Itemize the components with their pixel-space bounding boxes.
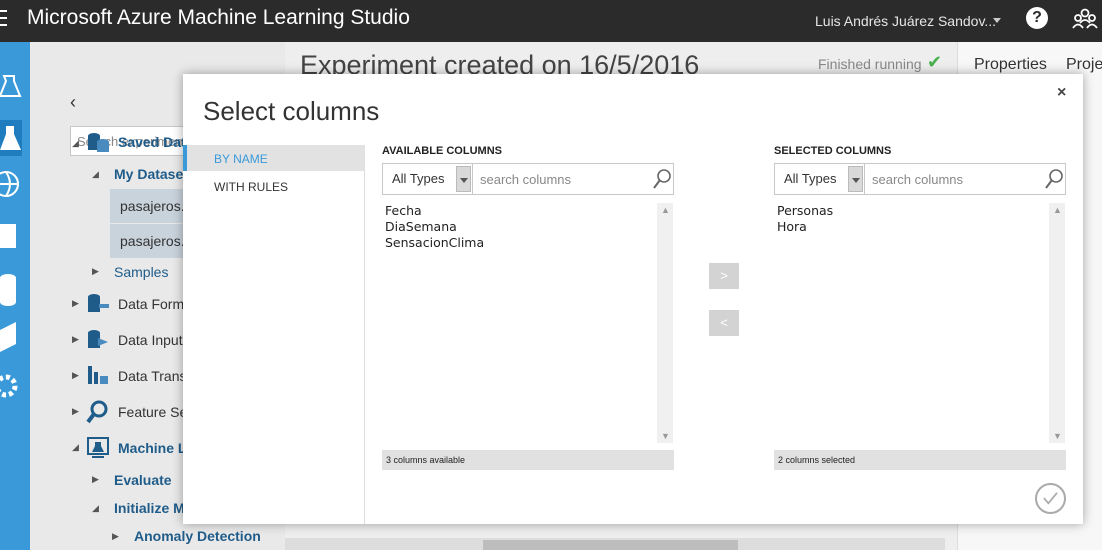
menu-icon[interactable] bbox=[0, 10, 8, 28]
top-bar: Microsoft Azure Machine Learning Studio … bbox=[0, 0, 1102, 42]
search-columns-input[interactable] bbox=[474, 164, 649, 194]
collapse-palette-icon[interactable]: ‹ bbox=[70, 92, 76, 113]
search-icon[interactable] bbox=[1045, 169, 1063, 189]
expanded-triangle-icon[interactable]: ◢ bbox=[72, 442, 79, 453]
canvas-horizontal-scrollbar[interactable] bbox=[285, 538, 945, 550]
data-input-icon bbox=[88, 330, 108, 348]
data-format-icon bbox=[88, 294, 109, 312]
community-icon[interactable] bbox=[1072, 6, 1098, 32]
available-filter-bar: All Types bbox=[382, 163, 674, 195]
user-name[interactable]: Luis Andrés Juárez Sandov... bbox=[815, 13, 996, 29]
collapsed-triangle-icon[interactable]: ▶ bbox=[72, 406, 79, 417]
scroll-up-icon[interactable]: ▲ bbox=[661, 205, 670, 215]
scroll-down-icon[interactable]: ▼ bbox=[661, 431, 670, 441]
expanded-triangle-icon[interactable]: ◢ bbox=[92, 169, 99, 180]
expanded-triangle-icon[interactable]: ◢ bbox=[92, 503, 99, 514]
dialog-title: Select columns bbox=[203, 96, 380, 126]
machine-learning-icon bbox=[87, 437, 109, 458]
feature-selection-icon bbox=[86, 400, 108, 424]
move-left-button[interactable]: < bbox=[709, 310, 739, 336]
collapsed-triangle-icon[interactable]: ▶ bbox=[92, 474, 99, 485]
column-item[interactable]: Hora bbox=[774, 219, 1066, 235]
selection-mode-nav: BY NAME WITH RULES bbox=[183, 145, 365, 524]
column-item[interactable]: Personas bbox=[774, 203, 1066, 219]
collapsed-triangle-icon[interactable]: ▶ bbox=[72, 334, 79, 345]
tab-with-rules[interactable]: WITH RULES bbox=[183, 173, 365, 199]
available-columns-panel: AVAILABLE COLUMNS All Types Fecha DiaSem… bbox=[382, 145, 674, 470]
selected-filter-bar: All Types bbox=[774, 163, 1066, 195]
tab-properties[interactable]: Properties bbox=[974, 56, 1047, 74]
column-item[interactable]: SensacionClima bbox=[382, 235, 674, 251]
selected-columns-panel: SELECTED COLUMNS All Types Personas Hora… bbox=[774, 145, 1066, 470]
check-icon: ✔ bbox=[927, 52, 943, 72]
run-status: Finished running bbox=[818, 56, 922, 72]
selected-columns-list[interactable]: Personas Hora ▲ ▼ bbox=[774, 203, 1066, 443]
available-columns-header: AVAILABLE COLUMNS bbox=[382, 145, 502, 157]
experiments-icon[interactable] bbox=[0, 120, 22, 156]
notebooks-icon[interactable] bbox=[0, 222, 22, 250]
collapsed-triangle-icon[interactable]: ▶ bbox=[72, 370, 79, 381]
settings-icon[interactable] bbox=[0, 372, 22, 400]
column-item[interactable]: DiaSemana bbox=[382, 219, 674, 235]
column-item[interactable]: Fecha bbox=[382, 203, 674, 219]
app-title: Microsoft Azure Machine Learning Studio bbox=[27, 6, 410, 29]
datasets-icon[interactable] bbox=[0, 272, 22, 306]
scroll-up-icon[interactable]: ▲ bbox=[1053, 205, 1062, 215]
list-scrollbar[interactable]: ▲ ▼ bbox=[1049, 203, 1065, 443]
search-columns-input[interactable] bbox=[866, 164, 1041, 194]
close-icon[interactable]: × bbox=[1057, 84, 1066, 102]
help-icon[interactable]: ? bbox=[1026, 7, 1048, 29]
chevron-down-icon[interactable] bbox=[848, 166, 863, 192]
selected-count: 2 columns selected bbox=[774, 450, 1066, 470]
projects-icon[interactable] bbox=[0, 72, 22, 100]
expanded-triangle-icon[interactable]: ◢ bbox=[72, 138, 79, 149]
move-right-button[interactable]: > bbox=[709, 263, 739, 289]
tab-by-name[interactable]: BY NAME bbox=[183, 145, 365, 171]
collapsed-triangle-icon[interactable]: ▶ bbox=[72, 298, 79, 309]
ok-check-button[interactable] bbox=[1035, 483, 1066, 514]
trained-models-icon[interactable] bbox=[0, 320, 22, 354]
web-services-icon[interactable] bbox=[0, 170, 22, 198]
scroll-down-icon[interactable]: ▼ bbox=[1053, 431, 1062, 441]
database-icon bbox=[88, 133, 109, 152]
palette-samples[interactable]: Samples bbox=[114, 264, 168, 280]
search-icon[interactable] bbox=[653, 169, 671, 189]
data-transform-icon bbox=[88, 366, 108, 384]
palette-evaluate[interactable]: Evaluate bbox=[114, 472, 172, 488]
chevron-down-icon[interactable] bbox=[993, 18, 1001, 23]
available-count: 3 columns available bbox=[382, 450, 674, 470]
selected-columns-header: SELECTED COLUMNS bbox=[774, 145, 892, 157]
collapsed-triangle-icon[interactable]: ▶ bbox=[112, 531, 119, 542]
tab-project[interactable]: Proje bbox=[1066, 56, 1102, 74]
list-scrollbar[interactable]: ▲ ▼ bbox=[657, 203, 673, 443]
collapsed-triangle-icon[interactable]: ▶ bbox=[92, 266, 99, 277]
left-nav-rail bbox=[0, 42, 30, 550]
available-columns-list[interactable]: Fecha DiaSemana SensacionClima ▲ ▼ bbox=[382, 203, 674, 443]
palette-anomaly-detection[interactable]: Anomaly Detection bbox=[134, 528, 261, 544]
chevron-down-icon[interactable] bbox=[456, 166, 471, 192]
select-columns-dialog: Select columns × BY NAME WITH RULES AVAI… bbox=[183, 74, 1083, 524]
scrollbar-thumb[interactable] bbox=[483, 540, 738, 550]
